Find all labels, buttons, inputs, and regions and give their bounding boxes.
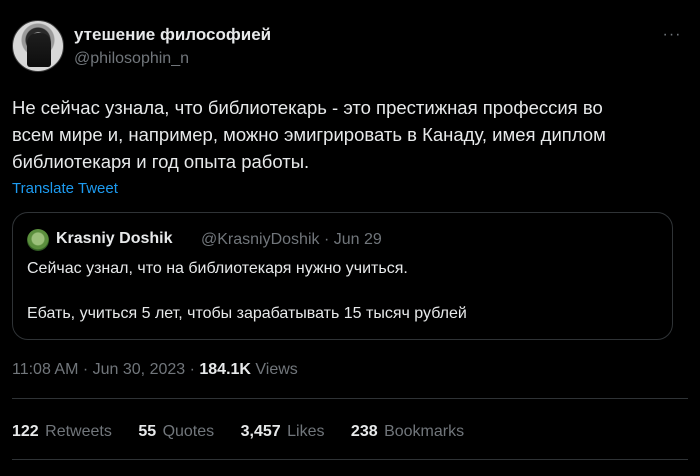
retweets-stat[interactable]: 122 Retweets xyxy=(12,423,112,441)
more-icon[interactable]: ··· xyxy=(660,26,684,46)
avatar[interactable] xyxy=(12,20,64,72)
retweets-count: 122 xyxy=(12,423,39,440)
quotes-label: Quotes xyxy=(162,423,215,440)
author-display-name[interactable]: утешение философией xyxy=(74,25,271,45)
views-label: Views xyxy=(250,361,298,378)
bookmarks-stat[interactable]: 238 Bookmarks xyxy=(351,423,464,441)
author-handle[interactable]: @philosophin_n xyxy=(74,50,189,68)
tweet-header: утешение философией @philosophin_n ··· xyxy=(12,16,688,78)
bookmarks-count: 238 xyxy=(350,423,378,440)
tweet-text: Не сейчас узнала, что библиотекарь - это… xyxy=(12,97,606,172)
engagement-stats: 122 Retweets 55 Quotes 3,457 Likes 238 B… xyxy=(12,423,486,441)
likes-count: 3,457 xyxy=(240,423,281,440)
quote-display-name: Krasniy Doshik xyxy=(56,230,173,247)
time-date[interactable]: 11:08 AM · Jun 30, 2023 · xyxy=(12,361,199,378)
quote-text-line-2: Ебать, учиться 5 лет, чтобы зарабатывать… xyxy=(27,305,467,322)
quote-avatar xyxy=(27,229,49,251)
likes-label: Likes xyxy=(287,423,325,440)
divider xyxy=(12,398,688,399)
quote-handle-date: @KrasniyDoshik · Jun 29 xyxy=(201,231,382,248)
translate-tweet-link[interactable]: Translate Tweet xyxy=(12,180,118,197)
views-count: 184.1K xyxy=(199,361,251,378)
divider xyxy=(12,459,688,460)
quotes-stat[interactable]: 55 Quotes xyxy=(138,423,214,441)
quote-tweet-card[interactable]: Krasniy Doshik @KrasniyDoshik · Jun 29 С… xyxy=(12,212,673,340)
quote-text-line-1: Сейчас узнал, что на библиотекаря нужно … xyxy=(27,260,408,277)
tweet-timestamp: 11:08 AM · Jun 30, 2023 · 184.1K Views xyxy=(12,361,298,379)
avatar-figure xyxy=(27,33,51,67)
quotes-count: 55 xyxy=(138,423,157,440)
likes-stat[interactable]: 3,457 Likes xyxy=(241,423,325,441)
bookmarks-label: Bookmarks xyxy=(384,423,465,440)
retweets-label: Retweets xyxy=(45,423,112,440)
